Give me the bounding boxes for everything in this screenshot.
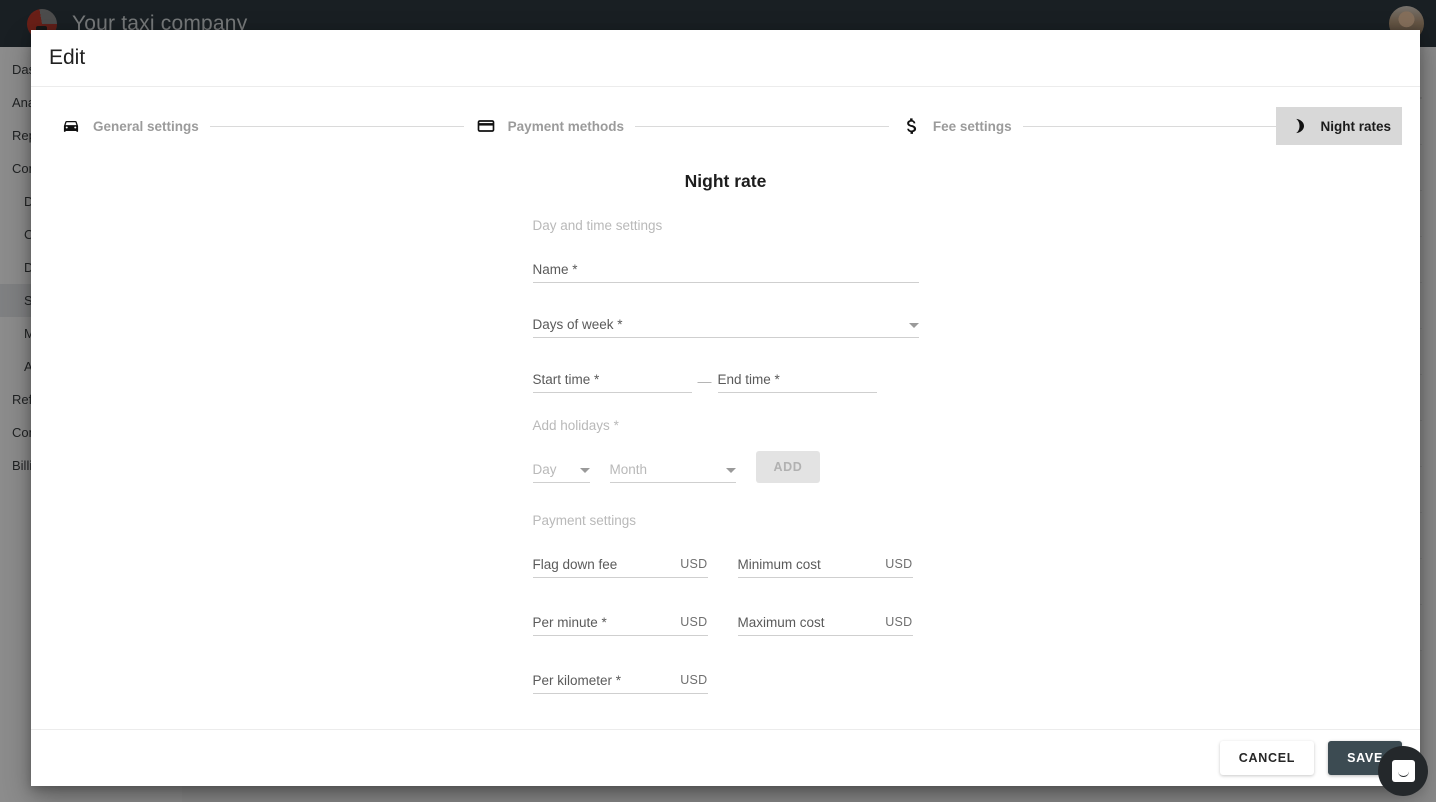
currency-suffix: USD [680, 557, 708, 571]
stepper-tab-night-rates[interactable]: Night rates [1276, 107, 1402, 145]
per-kilometer-label: Per kilometer * [532, 672, 622, 688]
days-of-week-field[interactable]: Days of week * [532, 308, 919, 338]
name-input[interactable] [532, 253, 919, 282]
time-range-row: Start time * — End time * [532, 363, 919, 393]
currency-suffix: USD [680, 615, 708, 629]
stepper-tab-payment-methods[interactable]: Payment methods [464, 107, 635, 145]
payment-settings-grid: Flag down fee USD Per minute * USD Per k… [532, 548, 919, 722]
car-icon [60, 115, 82, 137]
stepper-connector [1022, 125, 1277, 127]
moon-icon [1287, 115, 1309, 137]
payment-left-column: Flag down fee USD Per minute * USD Per k… [532, 548, 708, 722]
name-field[interactable]: Name * [532, 253, 919, 283]
stepper-tab-label: General settings [93, 118, 199, 134]
dialog-footer: CANCEL SAVE [31, 729, 1420, 786]
stepper-connector [209, 125, 464, 127]
cancel-button[interactable]: CANCEL [1219, 741, 1315, 775]
flag-down-fee-field[interactable]: Flag down fee USD [532, 548, 708, 578]
night-rate-form: Night rate Day and time settings Name * … [532, 157, 919, 722]
add-holidays-label: Add holidays * [532, 418, 619, 433]
per-minute-label: Per minute * [532, 614, 607, 630]
minimum-cost-label: Minimum cost [737, 556, 821, 572]
edit-dialog: Edit General settings Payment methods Fee … [31, 30, 1420, 786]
end-time-field[interactable]: End time * [717, 363, 877, 393]
per-kilometer-field[interactable]: Per kilometer * USD [532, 664, 708, 694]
maximum-cost-label: Maximum cost [737, 614, 825, 630]
days-of-week-label: Days of week * [532, 316, 623, 332]
currency-suffix: USD [885, 615, 913, 629]
stepper-tab-label: Fee settings [932, 118, 1012, 134]
chat-bubble-shape [1391, 760, 1415, 782]
dialog-header: Edit [31, 30, 1420, 87]
credit-card-icon [475, 115, 497, 137]
end-time-input[interactable] [717, 363, 877, 392]
holiday-month-label: Month [609, 461, 648, 477]
holiday-day-field[interactable]: Day [532, 453, 590, 483]
holiday-month-field[interactable]: Month [609, 453, 736, 483]
section-payment-label: Payment settings [532, 513, 637, 528]
minimum-cost-field[interactable]: Minimum cost USD [737, 548, 913, 578]
chevron-down-icon [579, 468, 590, 482]
section-day-time-label: Day and time settings [532, 218, 663, 233]
stepper-tab-fee-settings[interactable]: Fee settings [889, 107, 1023, 145]
chevron-down-icon [908, 323, 919, 337]
chevron-down-icon [725, 468, 736, 482]
stepper-tab-label: Payment methods [507, 118, 624, 134]
stepper-connector [634, 125, 889, 127]
payment-right-column: Minimum cost USD Maximum cost USD [737, 548, 913, 722]
settings-stepper: General settings Payment methods Fee setti… [49, 95, 1402, 157]
dialog-title: Edit [49, 46, 86, 69]
per-minute-field[interactable]: Per minute * USD [532, 606, 708, 636]
dollar-icon [900, 115, 922, 137]
currency-suffix: USD [885, 557, 913, 571]
range-separator: — [697, 373, 712, 389]
dialog-body: General settings Payment methods Fee setti… [31, 87, 1420, 729]
flag-down-fee-label: Flag down fee [532, 556, 618, 572]
start-time-input[interactable] [532, 363, 692, 392]
add-holiday-button[interactable]: ADD [755, 451, 821, 483]
chat-bubble-icon[interactable] [1378, 746, 1428, 796]
maximum-cost-field[interactable]: Maximum cost USD [737, 606, 913, 636]
holiday-day-label: Day [532, 461, 557, 477]
currency-suffix: USD [680, 673, 708, 687]
form-heading: Night rate [684, 171, 767, 191]
stepper-tab-general-settings[interactable]: General settings [49, 107, 210, 145]
stepper-tab-label: Night rates [1320, 118, 1391, 134]
holiday-picker-row: Day Month ADD [532, 451, 919, 483]
start-time-field[interactable]: Start time * [532, 363, 692, 393]
